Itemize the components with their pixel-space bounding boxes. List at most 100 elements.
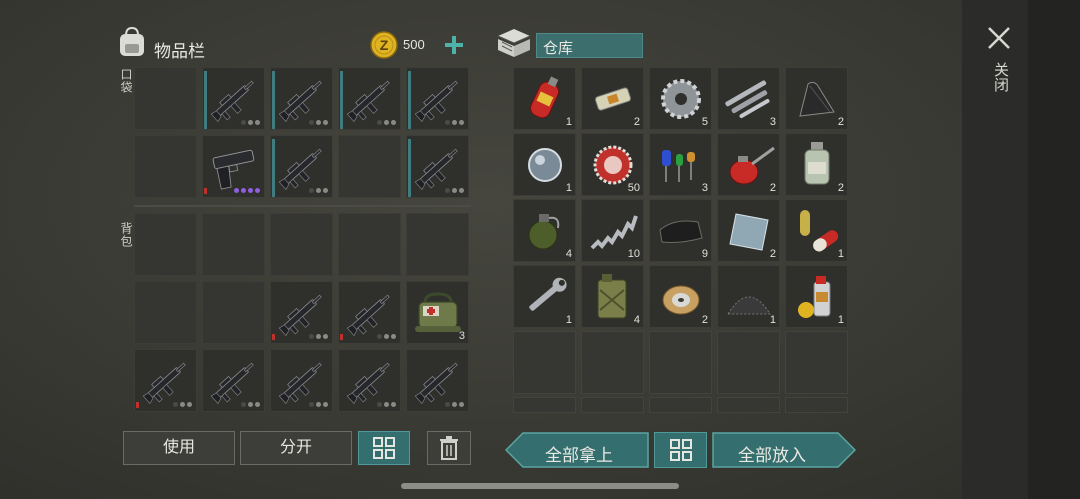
item-count: 2 <box>769 182 776 194</box>
warehouse-slot[interactable] <box>513 331 576 394</box>
pills-icon <box>800 210 839 252</box>
warehouse-slot[interactable]: 2 <box>785 133 848 196</box>
warehouse-slot[interactable]: 2 <box>717 133 780 196</box>
grid-icon <box>373 437 395 459</box>
inventory-slot[interactable] <box>270 67 333 130</box>
inventory-slot[interactable] <box>338 135 401 198</box>
inventory-slot[interactable] <box>134 67 197 130</box>
inventory-slot[interactable] <box>406 349 469 412</box>
svg-text:Z: Z <box>380 37 389 53</box>
inventory-slot[interactable] <box>270 135 333 198</box>
inventory-slot[interactable] <box>338 213 401 276</box>
close-button[interactable]: 关闭 <box>984 22 1014 102</box>
jerrycan-icon <box>597 274 627 319</box>
warehouse-slot[interactable]: 1 <box>513 133 576 196</box>
warehouse-slot[interactable]: 4 <box>513 199 576 262</box>
take-all-button[interactable]: 全部拿上 <box>505 432 649 468</box>
warehouse-slot[interactable] <box>717 397 780 413</box>
sort-warehouse-button[interactable] <box>654 432 707 468</box>
inventory-slot[interactable] <box>134 135 197 198</box>
rifle-icon <box>207 72 261 126</box>
gear-icon <box>661 79 701 119</box>
inventory-slot[interactable] <box>202 67 265 130</box>
item-count: 9 <box>701 248 708 260</box>
wrench-icon <box>529 277 567 311</box>
section-divider <box>134 205 471 207</box>
add-coin-button[interactable] <box>442 33 466 57</box>
metal-plate-icon <box>729 213 769 251</box>
warehouse-slot[interactable]: 4 <box>581 265 644 328</box>
warehouse-title: 仓库 <box>543 40 574 57</box>
close-icon <box>988 27 1010 49</box>
trash-icon <box>440 436 458 460</box>
warehouse-slot[interactable]: 2 <box>649 265 712 328</box>
warehouse-slot[interactable] <box>581 397 644 413</box>
inventory-slot[interactable] <box>134 349 197 412</box>
inventory-slot[interactable] <box>270 213 333 276</box>
rifle-icon <box>411 72 465 126</box>
warehouse-slot[interactable] <box>649 331 712 394</box>
item-count: 2 <box>837 116 844 128</box>
inventory-slot[interactable] <box>338 67 401 130</box>
use-button[interactable]: 使用 <box>123 431 235 465</box>
inventory-slot[interactable] <box>270 349 333 412</box>
item-count: 3 <box>458 330 465 342</box>
rifle-icon <box>411 140 465 194</box>
coin-amount: 500 <box>403 37 425 52</box>
inventory-slot[interactable] <box>202 349 265 412</box>
put-all-button[interactable]: 全部放入 <box>712 432 856 468</box>
warehouse-slot[interactable]: 50 <box>581 133 644 196</box>
item-count: 2 <box>769 248 776 260</box>
item-count: 4 <box>565 248 572 260</box>
warehouse-slot[interactable]: 1 <box>513 67 576 130</box>
warehouse-slot[interactable]: 2 <box>785 67 848 130</box>
rifle-icon <box>139 354 193 408</box>
inventory-slot[interactable] <box>202 281 265 344</box>
inventory-slot[interactable] <box>134 281 197 344</box>
inventory-slot[interactable] <box>270 281 333 344</box>
warehouse-slot[interactable]: 2 <box>581 67 644 130</box>
rifle-icon <box>275 72 329 126</box>
warehouse-slot[interactable]: 5 <box>649 67 712 130</box>
warehouse-slot[interactable]: 3 <box>717 67 780 130</box>
inventory-slot[interactable] <box>406 213 469 276</box>
inventory-slot[interactable] <box>202 213 265 276</box>
chemical-bottle-icon <box>804 142 830 185</box>
warehouse-slot[interactable]: 2 <box>717 199 780 262</box>
inventory-slot[interactable]: 3 <box>406 281 469 344</box>
warehouse-slot[interactable]: 10 <box>581 199 644 262</box>
warehouse-slot[interactable]: 3 <box>649 133 712 196</box>
close-label: 关闭 <box>992 62 1009 92</box>
inventory-slot[interactable] <box>202 135 265 198</box>
inventory-title: 物品栏 <box>154 42 205 61</box>
split-button[interactable]: 分开 <box>240 431 352 465</box>
warehouse-slot[interactable] <box>717 331 780 394</box>
inventory-slot[interactable] <box>406 135 469 198</box>
inventory-slot[interactable] <box>406 67 469 130</box>
sort-inventory-button[interactable] <box>358 431 410 465</box>
warehouse-slot[interactable] <box>785 397 848 413</box>
backpack-label: 背包 <box>119 222 133 248</box>
electronic-parts-icon <box>662 150 695 182</box>
warehouse-slot[interactable]: 1 <box>785 265 848 328</box>
grid-icon <box>670 439 692 461</box>
item-count: 1 <box>565 182 572 194</box>
spray-can-icon <box>798 276 831 318</box>
rubber-sheet-icon <box>799 81 835 117</box>
warehouse-slot[interactable] <box>581 331 644 394</box>
inventory-slot[interactable] <box>338 281 401 344</box>
warehouse-slot[interactable]: 1 <box>513 265 576 328</box>
warehouse-slot[interactable]: 1 <box>785 199 848 262</box>
inventory-slot[interactable] <box>134 213 197 276</box>
medkit-icon <box>415 292 461 332</box>
cloth-icon <box>659 220 703 243</box>
warehouse-slot[interactable]: 1 <box>717 265 780 328</box>
discard-button[interactable] <box>427 431 471 465</box>
warehouse-slot[interactable] <box>649 397 712 413</box>
warehouse-slot[interactable] <box>513 397 576 413</box>
pistol-icon <box>207 140 261 194</box>
warehouse-slot[interactable]: 9 <box>649 199 712 262</box>
warehouse-slot[interactable] <box>785 331 848 394</box>
wire-spool-icon <box>662 285 700 315</box>
inventory-slot[interactable] <box>338 349 401 412</box>
